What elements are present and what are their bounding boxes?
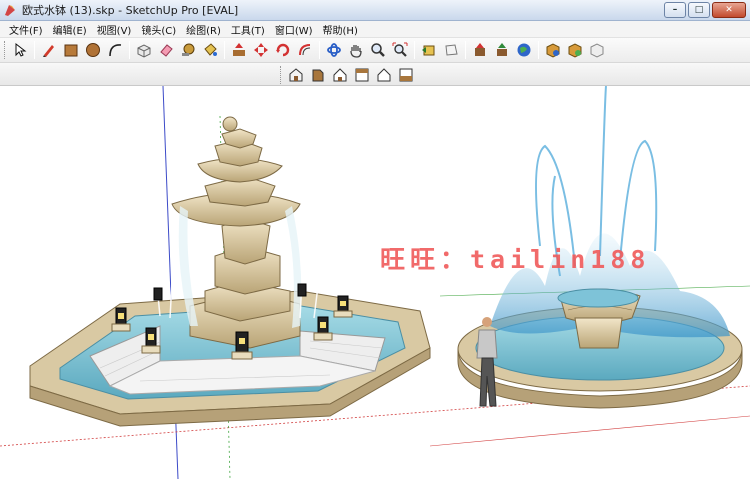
previous-view-icon[interactable] — [418, 40, 440, 61]
make-component-icon[interactable] — [133, 40, 155, 61]
menu-bar: 文件(F) 编辑(E) 视图(V) 镜头(C) 绘图(R) 工具(T) 窗口(W… — [0, 21, 750, 38]
window-title: 欧式水钵 (13).skp - SketchUp Pro [EVAL] — [22, 4, 239, 17]
share-model-icon[interactable] — [491, 40, 513, 61]
toolbar-grip[interactable] — [4, 41, 7, 59]
minimize-button[interactable]: – — [664, 2, 686, 18]
menu-camera[interactable]: 镜头(C) — [136, 22, 181, 37]
rotate-icon[interactable] — [272, 40, 294, 61]
google-earth-icon[interactable] — [513, 40, 535, 61]
zoom-extents-icon[interactable] — [389, 40, 411, 61]
main-toolbar — [0, 38, 750, 63]
rectangle-tool-icon[interactable] — [60, 40, 82, 61]
title-bar[interactable]: 欧式水钵 (13).skp - SketchUp Pro [EVAL] – □ … — [0, 0, 750, 21]
component-library-icon[interactable] — [542, 40, 564, 61]
next-view-icon[interactable] — [440, 40, 462, 61]
offset-icon[interactable] — [294, 40, 316, 61]
circle-tool-icon[interactable] — [82, 40, 104, 61]
right-view-icon[interactable] — [351, 64, 373, 85]
tape-measure-icon[interactable] — [177, 40, 199, 61]
maximize-button[interactable]: □ — [688, 2, 710, 18]
top-view-icon[interactable] — [395, 64, 417, 85]
menu-window[interactable]: 窗口(W) — [270, 22, 318, 37]
back-view-icon[interactable] — [329, 64, 351, 85]
share-component-icon[interactable] — [564, 40, 586, 61]
red-axis-right — [429, 415, 750, 447]
pencil-tool-icon[interactable] — [38, 40, 60, 61]
iso-view-icon[interactable] — [285, 64, 307, 85]
views-toolbar — [0, 63, 750, 86]
extension-icon[interactable] — [586, 40, 608, 61]
zoom-icon[interactable] — [367, 40, 389, 61]
menu-edit[interactable]: 编辑(E) — [48, 22, 92, 37]
menu-tools[interactable]: 工具(T) — [226, 22, 270, 37]
push-pull-icon[interactable] — [228, 40, 250, 61]
menu-help[interactable]: 帮助(H) — [318, 22, 363, 37]
paint-bucket-icon[interactable] — [199, 40, 221, 61]
front-view-icon[interactable] — [307, 64, 329, 85]
sketchup-app-icon — [3, 3, 17, 17]
watermark-text: 旺旺：tailin188 — [380, 245, 651, 274]
pan-icon[interactable] — [345, 40, 367, 61]
move-icon[interactable] — [250, 40, 272, 61]
close-button[interactable]: ✕ — [712, 2, 746, 18]
select-tool-icon[interactable] — [9, 40, 31, 61]
menu-file[interactable]: 文件(F) — [4, 22, 48, 37]
arc-tool-icon[interactable] — [104, 40, 126, 61]
model-viewport[interactable]: 旺旺：tailin188 — [0, 86, 750, 479]
eraser-icon[interactable] — [155, 40, 177, 61]
toolbar-grip[interactable] — [280, 65, 283, 84]
get-models-icon[interactable] — [469, 40, 491, 61]
menu-draw[interactable]: 绘图(R) — [181, 22, 226, 37]
left-fountain — [29, 116, 431, 427]
menu-view[interactable]: 视图(V) — [92, 22, 137, 37]
orbit-icon[interactable] — [323, 40, 345, 61]
fountain-scene — [0, 86, 750, 479]
left-view-icon[interactable] — [373, 64, 395, 85]
